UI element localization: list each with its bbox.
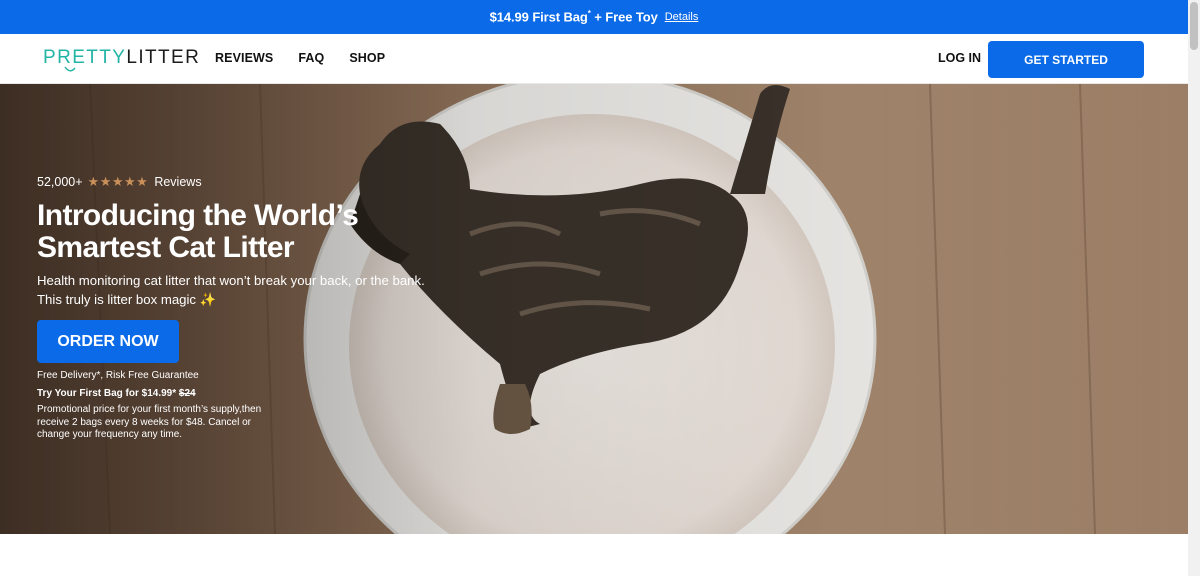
review-count: 52,000+ — [37, 175, 83, 189]
login-link[interactable]: LOG IN — [938, 51, 981, 65]
logo-tail-icon — [64, 66, 76, 72]
fine-print: Promotional price for your first month’s… — [37, 404, 262, 440]
star-rating-icon: ★★★★★ — [87, 174, 149, 189]
get-started-button[interactable]: GET STARTED — [988, 41, 1144, 78]
scrollbar-thumb[interactable] — [1190, 2, 1198, 50]
order-now-button[interactable]: ORDER NOW — [37, 320, 179, 363]
hero-subline: Health monitoring cat litter that won’t … — [37, 273, 425, 307]
hero-image — [0, 84, 1188, 534]
site-header: PRETTYLITTER REVIEWS FAQ SHOP LOG IN GET… — [0, 34, 1188, 84]
nav-shop[interactable]: SHOP — [349, 51, 385, 65]
logo[interactable]: PRETTYLITTER — [43, 48, 200, 68]
nav-reviews[interactable]: REVIEWS — [215, 51, 273, 65]
sparkle-icon: ✨ — [199, 292, 217, 307]
nav-faq[interactable]: FAQ — [298, 51, 324, 65]
main-nav: REVIEWS FAQ SHOP — [215, 51, 385, 65]
hero-headline: Introducing the World’s Smartest Cat Lit… — [37, 199, 359, 264]
promo-details-link[interactable]: Details — [665, 11, 699, 23]
price-line: Try Your First Bag for $14.99* $24 — [37, 388, 196, 399]
delivery-note: Free Delivery*, Risk Free Guarantee — [37, 370, 199, 381]
promo-text: $14.99 First Bag* + Free Toy — [489, 9, 658, 25]
reviews-label: Reviews — [154, 175, 202, 189]
review-rating[interactable]: 52,000+ ★★★★★ Reviews — [37, 174, 202, 190]
page-scrollbar[interactable] — [1188, 0, 1200, 576]
promo-bar: $14.99 First Bag* + Free Toy Details — [0, 0, 1188, 34]
old-price: $24 — [178, 388, 196, 399]
hero-section: 52,000+ ★★★★★ Reviews Introducing the Wo… — [0, 84, 1188, 534]
